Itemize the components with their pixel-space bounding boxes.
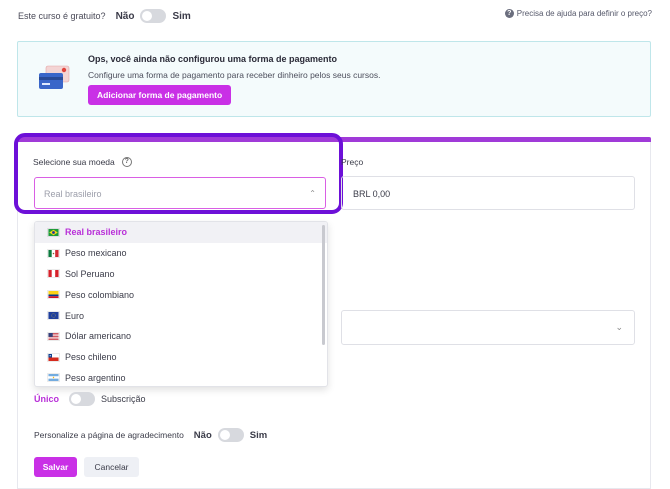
add-payment-method-button[interactable]: Adicionar forma de pagamento: [88, 85, 232, 105]
currency-option-usd[interactable]: Dólar americano: [35, 326, 327, 347]
save-button[interactable]: Salvar: [34, 457, 77, 477]
currency-dropdown: Real brasileiro Peso mexicano Sol Peruan…: [34, 221, 328, 387]
colombia-flag-icon: [47, 290, 60, 300]
argentina-flag-icon: [47, 373, 60, 383]
usa-flag-icon: [47, 331, 60, 341]
currency-option-pen[interactable]: Sol Peruano: [35, 264, 327, 285]
chile-flag-icon: [47, 352, 60, 362]
currency-highlight-outline: [14, 133, 343, 214]
payment-type-row: Único Subscrição: [34, 392, 146, 406]
price-label: Preço: [341, 157, 364, 167]
currency-option-clp[interactable]: Peso chileno: [35, 347, 327, 368]
free-course-question: Este curso é gratuito?: [18, 11, 106, 21]
price-input-value: BRL 0,00: [353, 189, 391, 199]
free-course-toggle[interactable]: [140, 9, 167, 23]
thanks-page-no-label: Não: [193, 429, 212, 441]
secondary-select[interactable]: ⌄: [341, 310, 635, 345]
currency-option-label: Sol Peruano: [65, 268, 115, 279]
currency-option-label: Peso chileno: [65, 352, 117, 363]
pricing-help-link[interactable]: ? Precisa de ajuda para definir o preço?: [504, 9, 652, 18]
currency-option-label: Peso mexicano: [65, 248, 127, 259]
thanks-page-row: Personalize a página de agradecimento Nã…: [34, 428, 267, 442]
currency-option-label: Dólar americano: [65, 331, 132, 342]
credit-card-icon: [39, 65, 70, 89]
thanks-page-yes-label: Sim: [249, 429, 268, 441]
free-course-yes-label: Sim: [172, 10, 191, 22]
peru-flag-icon: [47, 269, 60, 279]
payment-type-subscription-label: Subscrição: [101, 394, 146, 404]
free-course-no-label: Não: [115, 10, 135, 22]
brazil-flag-icon: [47, 227, 60, 237]
dropdown-scrollbar[interactable]: [322, 225, 325, 345]
currency-option-mxn[interactable]: Peso mexicano: [35, 243, 327, 264]
currency-option-cop[interactable]: Peso colombiano: [35, 284, 327, 305]
currency-option-brl[interactable]: Real brasileiro: [35, 222, 327, 243]
currency-option-label: Euro: [65, 310, 85, 321]
mexico-flag-icon: [47, 248, 60, 258]
currency-option-label: Real brasileiro: [65, 227, 128, 238]
thanks-page-toggle[interactable]: [217, 428, 244, 442]
currency-option-ars[interactable]: Peso argentino: [35, 368, 327, 386]
payment-type-toggle[interactable]: [69, 392, 96, 406]
price-input[interactable]: BRL 0,00: [341, 176, 635, 210]
chevron-down-icon: ⌄: [615, 322, 623, 332]
eu-flag-icon: [47, 311, 60, 321]
free-course-row: Este curso é gratuito? Não Sim: [18, 9, 191, 23]
currency-option-eur[interactable]: Euro: [35, 305, 327, 326]
payment-type-single-label: Único: [34, 394, 60, 404]
alert-title: Ops, você ainda não configurou uma forma…: [88, 54, 338, 64]
question-circle-icon: ?: [504, 9, 514, 18]
payment-method-alert: Ops, você ainda não configurou uma forma…: [17, 41, 651, 117]
currency-option-label: Peso argentino: [65, 372, 126, 383]
currency-option-label: Peso colombiano: [65, 289, 135, 300]
cancel-button[interactable]: Cancelar: [84, 457, 139, 477]
pricing-help-text: Precisa de ajuda para definir o preço?: [516, 9, 652, 18]
alert-description: Configure uma forma de pagamento para re…: [88, 70, 381, 80]
thanks-page-question: Personalize a página de agradecimento: [34, 430, 184, 440]
